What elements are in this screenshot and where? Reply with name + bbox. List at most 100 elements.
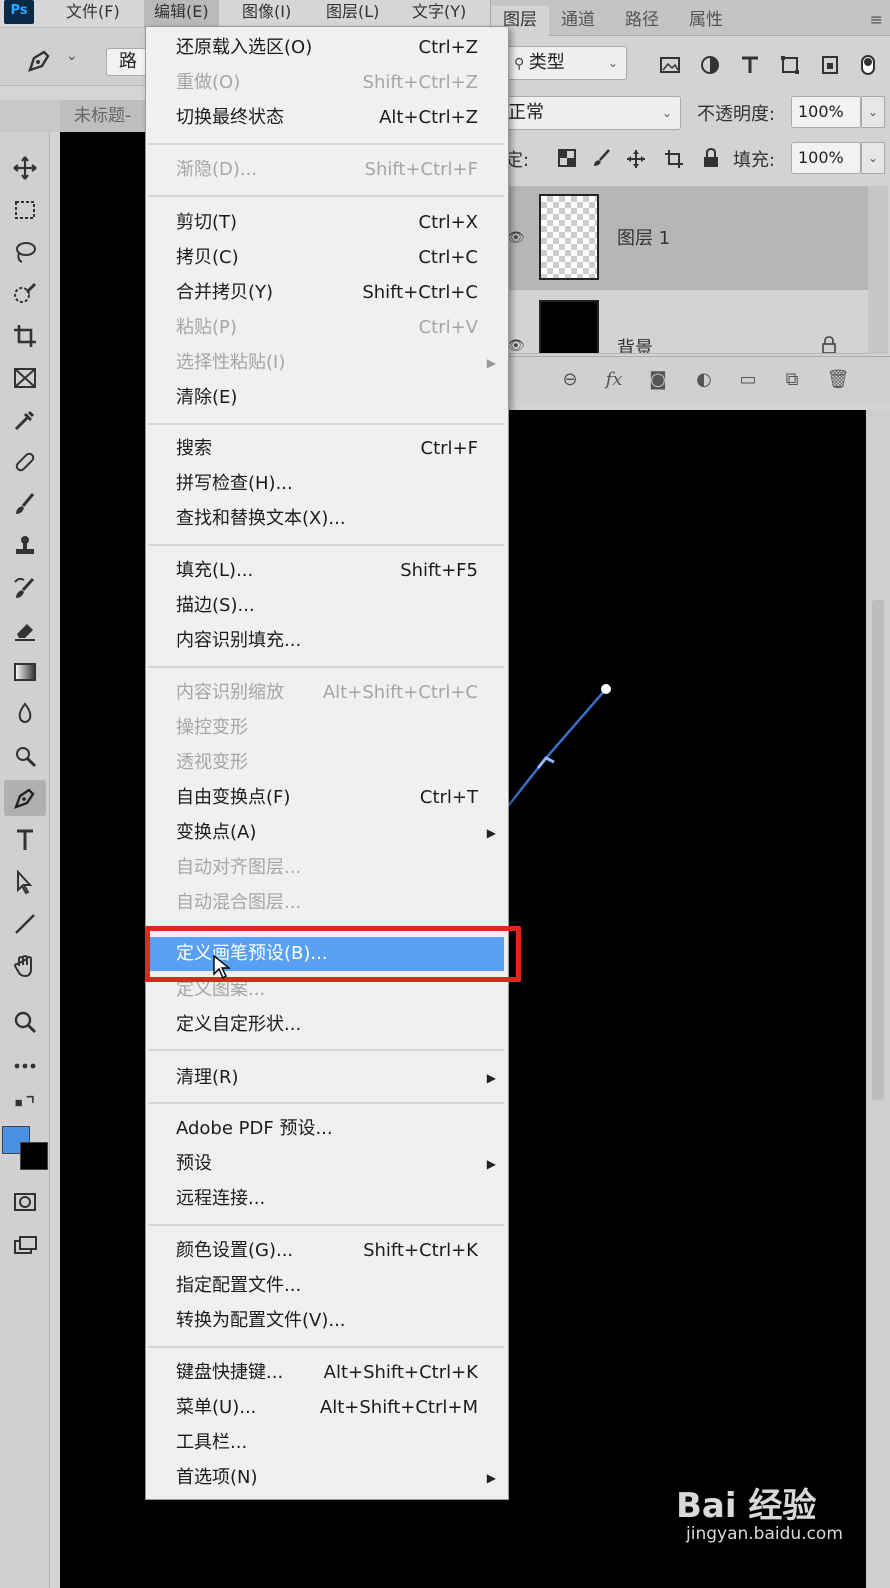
menu-type[interactable]: 文字(Y): [402, 0, 476, 28]
dodge-tool[interactable]: [4, 738, 46, 774]
menu-item-toggle-last-state[interactable]: 切换最终状态 Alt+Ctrl+Z: [146, 101, 508, 135]
tab-paths[interactable]: 路径: [613, 6, 671, 36]
menu-item-content-aware-fill[interactable]: 内容识别填充...: [146, 624, 508, 658]
lasso-tool[interactable]: [4, 234, 46, 270]
menu-item-auto-align-layers[interactable]: 自动对齐图层...: [146, 851, 508, 885]
menu-item-puppet-warp[interactable]: 操控变形: [146, 711, 508, 745]
line-tool[interactable]: [4, 906, 46, 942]
menu-item-assign-profile[interactable]: 指定配置文件...: [146, 1269, 508, 1303]
frame-tool[interactable]: [4, 360, 46, 396]
layer-row[interactable]: 👁 图层 1: [491, 186, 868, 290]
opacity-chevron-icon[interactable]: ⌄: [861, 96, 885, 128]
menu-item-undo[interactable]: 还原载入选区(O) Ctrl+Z: [146, 31, 508, 65]
brush-tool[interactable]: [4, 486, 46, 522]
more-tools[interactable]: [4, 1048, 46, 1084]
eye-icon[interactable]: 👁: [507, 338, 525, 353]
chevron-down-icon[interactable]: ⌄: [66, 48, 78, 64]
menu-file[interactable]: 文件(F): [56, 0, 130, 28]
background-color-swatch[interactable]: [20, 1142, 48, 1170]
document-tab[interactable]: 未标题-: [60, 100, 147, 132]
quick-mask-button[interactable]: [4, 1184, 46, 1220]
lock-position-icon[interactable]: [625, 148, 647, 170]
fx-icon[interactable]: fx: [601, 367, 627, 393]
pen-tool-icon[interactable]: [24, 46, 54, 76]
menu-edit[interactable]: 编辑(E): [144, 0, 219, 28]
menu-item-adobe-pdf-presets[interactable]: Adobe PDF 预设...: [146, 1112, 508, 1146]
menu-item-stroke[interactable]: 描边(S)...: [146, 589, 508, 623]
layers-scrollbar[interactable]: [868, 186, 888, 354]
menu-item-auto-blend-layers[interactable]: 自动混合图层...: [146, 886, 508, 920]
panel-menu-icon[interactable]: ≡: [870, 10, 883, 29]
tab-channels[interactable]: 通道: [549, 6, 607, 36]
eraser-tool[interactable]: [4, 612, 46, 648]
link-icon[interactable]: ⊖: [557, 367, 583, 393]
type-tool[interactable]: [4, 822, 46, 858]
new-layer-icon[interactable]: ⧉: [779, 367, 805, 393]
blend-mode-select[interactable]: 正常 ⌄: [497, 96, 681, 130]
layer-row[interactable]: 👁 背景: [491, 292, 868, 354]
screen-mode-button[interactable]: [4, 1228, 46, 1264]
menu-item-keyboard-shortcuts[interactable]: 键盘快捷键... Alt+Shift+Ctrl+K: [146, 1356, 508, 1390]
lock-transparent-icon[interactable]: [557, 148, 577, 168]
eyedropper-tool[interactable]: [4, 402, 46, 438]
menu-item-remote-connections[interactable]: 远程连接...: [146, 1182, 508, 1216]
menu-item-transform[interactable]: 变换点(A) ▶: [146, 816, 508, 850]
smart-object-filter-icon[interactable]: [819, 54, 841, 76]
menu-item-presets[interactable]: 预设 ▶: [146, 1147, 508, 1181]
lock-all-icon[interactable]: [701, 147, 721, 169]
menu-item-fade[interactable]: 渐隐(D)... Shift+Ctrl+F: [146, 153, 508, 187]
fill-input[interactable]: 100%: [791, 142, 861, 174]
history-brush-tool[interactable]: [4, 570, 46, 606]
quick-select-tool[interactable]: [4, 276, 46, 312]
menu-item-content-aware-scale[interactable]: 内容识别缩放 Alt+Shift+Ctrl+C: [146, 676, 508, 710]
menu-layer[interactable]: 图层(L): [316, 0, 389, 28]
menu-item-toolbar[interactable]: 工具栏...: [146, 1426, 508, 1460]
layer-mask-icon[interactable]: ◙: [645, 367, 671, 393]
menu-item-paste[interactable]: 粘贴(P) Ctrl+V: [146, 311, 508, 345]
zoom-tool[interactable]: [4, 1004, 46, 1040]
menu-item-search[interactable]: 搜索 Ctrl+F: [146, 432, 508, 466]
opacity-input[interactable]: 100%: [791, 96, 861, 128]
menu-item-clear[interactable]: 清除(E): [146, 381, 508, 415]
hand-tool[interactable]: [4, 948, 46, 984]
menu-image[interactable]: 图像(I): [232, 0, 301, 28]
menu-item-check-spelling[interactable]: 拼写检查(H)...: [146, 467, 508, 501]
menu-item-redo[interactable]: 重做(O) Shift+Ctrl+Z: [146, 66, 508, 100]
blur-tool[interactable]: [4, 696, 46, 732]
menu-item-paste-special[interactable]: 选择性粘贴(I) ▶: [146, 346, 508, 380]
shape-filter-icon[interactable]: [779, 54, 801, 76]
fill-chevron-icon[interactable]: ⌄: [861, 142, 885, 174]
menu-item-copy[interactable]: 拷贝(C) Ctrl+C: [146, 241, 508, 275]
swap-colors[interactable]: [4, 1090, 46, 1116]
lock-pixels-brush-icon[interactable]: [591, 148, 611, 168]
crop-tool[interactable]: [4, 318, 46, 354]
layer-filter-select[interactable]: ⚲ 类型 ⌄: [497, 46, 627, 80]
lock-artboard-icon[interactable]: [663, 148, 685, 170]
adjustment-filter-icon[interactable]: [699, 54, 721, 76]
gradient-tool[interactable]: [4, 654, 46, 690]
menu-item-perspective-warp[interactable]: 透视变形: [146, 746, 508, 780]
clone-stamp-tool[interactable]: [4, 528, 46, 564]
adjustment-layer-icon[interactable]: ◐: [691, 367, 717, 393]
menu-item-find-replace[interactable]: 查找和替换文本(X)...: [146, 502, 508, 536]
path-select-tool[interactable]: [4, 864, 46, 900]
menu-item-color-settings[interactable]: 颜色设置(G)... Shift+Ctrl+K: [146, 1234, 508, 1268]
menu-item-purge[interactable]: 清理(R) ▶: [146, 1061, 508, 1095]
folder-icon[interactable]: ▭: [735, 367, 761, 393]
menu-item-define-custom-shape[interactable]: 定义自定形状...: [146, 1008, 508, 1042]
move-tool[interactable]: [4, 150, 46, 186]
canvas-scroll-thumb[interactable]: [872, 600, 884, 1100]
menu-item-free-transform[interactable]: 自由变换点(F) Ctrl+T: [146, 781, 508, 815]
menu-item-copy-merged[interactable]: 合并拷贝(Y) Shift+Ctrl+C: [146, 276, 508, 310]
marquee-tool[interactable]: [4, 192, 46, 228]
menu-item-preferences[interactable]: 首选项(N) ▶: [146, 1461, 508, 1495]
menu-item-cut[interactable]: 剪切(T) Ctrl+X: [146, 206, 508, 240]
filter-toggle-icon[interactable]: [859, 54, 877, 76]
pen-tool[interactable]: [4, 780, 46, 816]
menu-item-convert-to-profile[interactable]: 转换为配置文件(V)...: [146, 1304, 508, 1338]
eye-icon[interactable]: 👁: [507, 230, 525, 246]
trash-icon[interactable]: 🗑: [825, 367, 851, 393]
menu-item-fill[interactable]: 填充(L)... Shift+F5: [146, 554, 508, 588]
healing-brush-tool[interactable]: [4, 444, 46, 480]
tab-properties[interactable]: 属性: [677, 6, 735, 36]
